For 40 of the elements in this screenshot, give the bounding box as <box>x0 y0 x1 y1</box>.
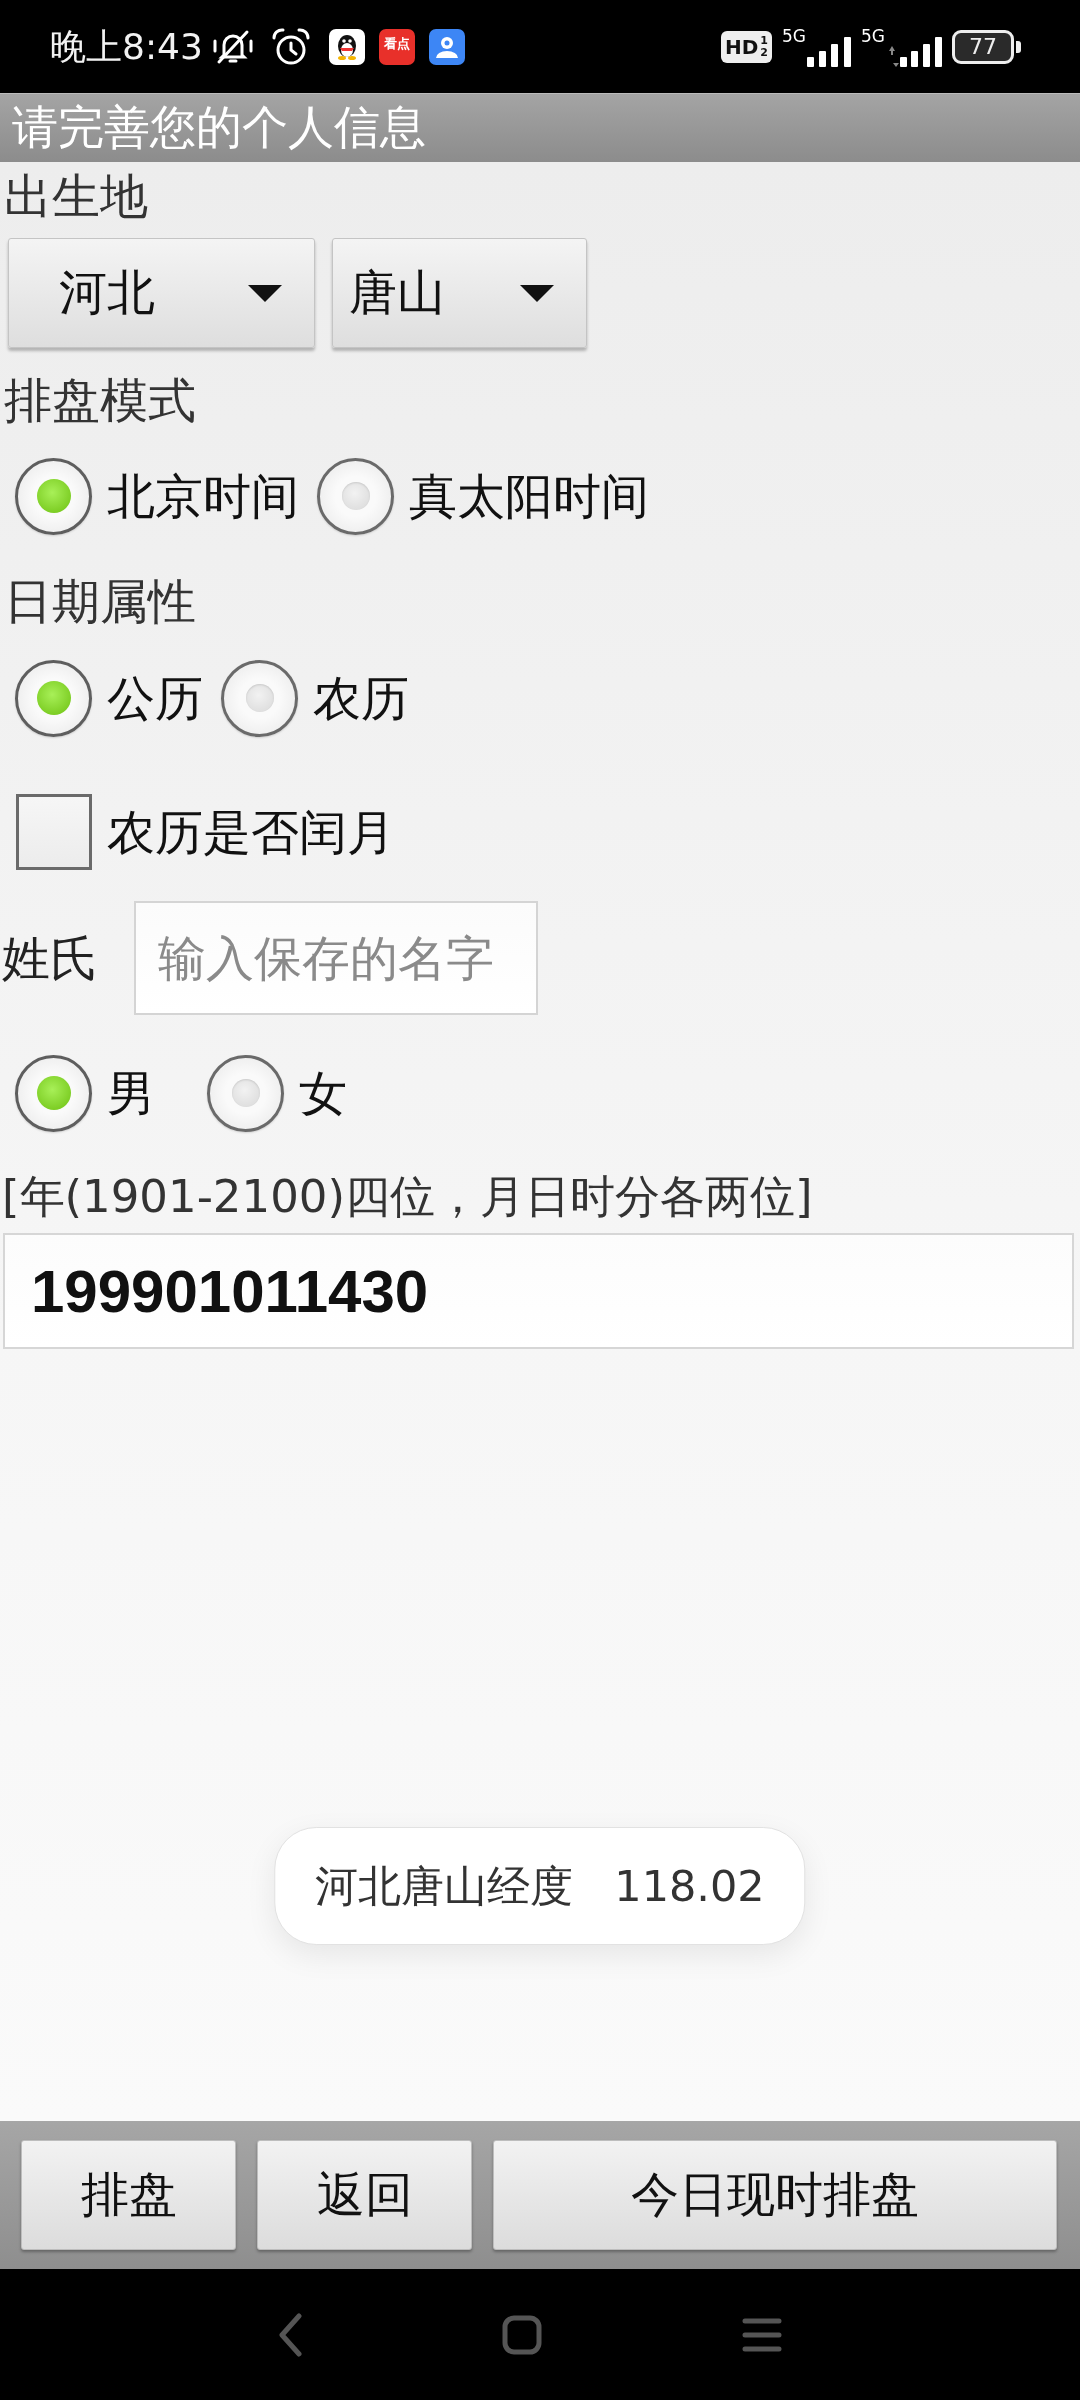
section-label: 出生地 <box>3 168 148 224</box>
sim-slot-number: 2 <box>760 46 768 59</box>
signal-icon <box>807 36 851 67</box>
dropdown[interactable]: 河北 <box>8 238 315 348</box>
radio-label[interactable]: 公历 <box>107 670 203 726</box>
person-app-icon <box>428 28 465 65</box>
date-time-input[interactable]: 199901011430 <box>3 1233 1074 1349</box>
chart-button[interactable]: 排盘 <box>21 2140 236 2250</box>
section-label: 日期属性 <box>3 573 196 629</box>
hd-label: HD <box>725 34 759 59</box>
network-type-label: 5G <box>782 26 806 45</box>
name-input[interactable]: 输入保存的名字 <box>134 901 538 1015</box>
caret-icon <box>520 284 554 302</box>
app-logo: 看点 <box>378 28 415 65</box>
field-label: 姓氏 <box>1 930 98 986</box>
hint-text: [年(1901-2100)四位，月日时分各两位] <box>1 1169 813 1225</box>
radio-label[interactable]: 北京时间 <box>107 468 299 524</box>
radio-label[interactable]: 真太阳时间 <box>409 468 649 524</box>
radio-label[interactable]: 农历 <box>313 670 409 726</box>
dropdown[interactable]: 唐山 <box>332 238 587 348</box>
menu-icon[interactable] <box>742 2317 782 2352</box>
title-bar: 请完善您的个人信息 <box>0 93 1080 162</box>
alarm-clock-icon <box>270 26 311 67</box>
back-icon[interactable] <box>278 2312 302 2357</box>
battery-indicator: 77 <box>952 29 1021 64</box>
section-label: 排盘模式 <box>3 372 196 428</box>
network-type-label: 5G <box>861 26 885 45</box>
checkbox-label[interactable]: 农历是否闰月 <box>107 804 395 860</box>
caret-icon <box>248 284 282 302</box>
checkbox[interactable] <box>16 794 92 870</box>
back-button[interactable]: 返回 <box>257 2140 472 2250</box>
radio-label[interactable]: 女 <box>299 1065 347 1121</box>
toast-message: 河北唐山经度 118.02 <box>274 1827 806 1945</box>
clock-time: 晚上8:43 <box>50 24 203 69</box>
chart-now-button[interactable]: 今日现时排盘 <box>493 2140 1057 2250</box>
radio-label[interactable]: 男 <box>107 1065 155 1121</box>
sim-slot-number: 1 <box>760 34 768 47</box>
home-icon[interactable] <box>502 2314 542 2355</box>
penguin-app-icon <box>328 28 365 65</box>
signal-icon <box>886 36 942 67</box>
